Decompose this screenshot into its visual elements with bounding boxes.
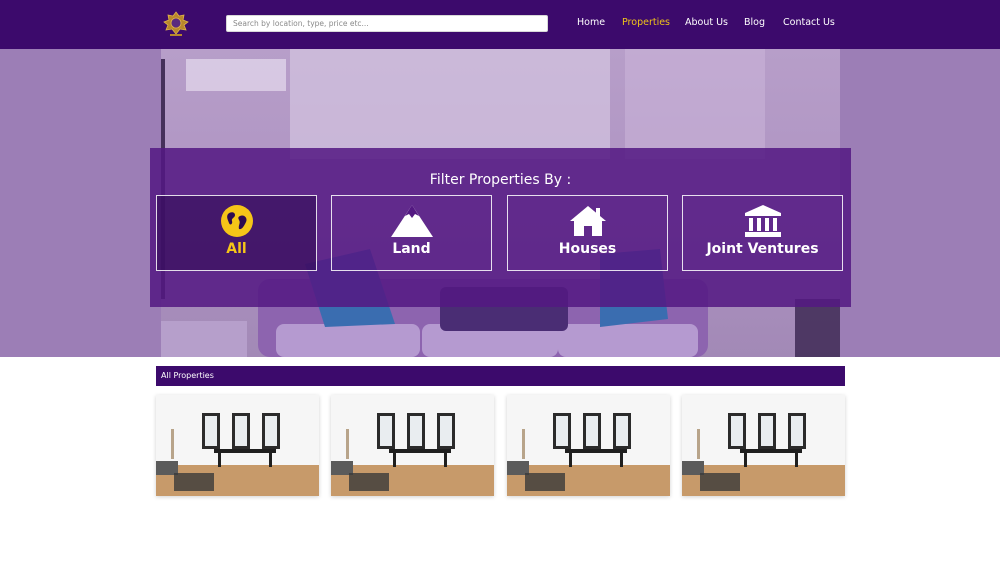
nav-home[interactable]: Home: [577, 17, 605, 31]
search-input[interactable]: [226, 15, 548, 32]
property-card[interactable]: [507, 395, 670, 496]
crest-logo-icon: [163, 11, 189, 36]
property-card[interactable]: [682, 395, 845, 496]
filter-option-land[interactable]: Land: [331, 195, 492, 271]
section-heading-bar: All Properties: [156, 366, 845, 386]
filter-label-land: Land: [392, 241, 431, 257]
filter-title: Filter Properties By :: [429, 172, 572, 188]
filter-option-houses[interactable]: Houses: [507, 195, 668, 271]
hero-banner: Filter Properties By : All Land Houses J…: [0, 49, 1000, 357]
house-icon: [508, 204, 667, 238]
section-heading: All Properties: [161, 371, 214, 380]
nav-properties[interactable]: Properties: [622, 17, 670, 31]
filter-label-joint-ventures: Joint Ventures: [706, 241, 819, 257]
nav-about-us[interactable]: About Us: [685, 17, 728, 31]
top-navbar: Home Properties About Us Blog Contact Us: [0, 0, 1000, 49]
filter-panel: Filter Properties By : All Land Houses J…: [150, 148, 851, 307]
property-photo: [156, 395, 319, 496]
filter-label-houses: Houses: [558, 241, 617, 257]
filter-option-all[interactable]: All: [156, 195, 317, 271]
filter-label-all: All: [226, 241, 247, 257]
brand-logo[interactable]: [161, 10, 191, 38]
mountain-icon: [332, 204, 491, 238]
institution-icon: [683, 204, 842, 238]
property-card[interactable]: [156, 395, 319, 496]
globe-icon: [157, 204, 316, 238]
property-photo: [682, 395, 845, 496]
property-photo: [507, 395, 670, 496]
nav-blog[interactable]: Blog: [744, 17, 765, 31]
property-photo: [331, 395, 494, 496]
filter-option-joint-ventures[interactable]: Joint Ventures: [682, 195, 843, 271]
property-card[interactable]: [331, 395, 494, 496]
nav-contact-us[interactable]: Contact Us: [783, 17, 835, 31]
